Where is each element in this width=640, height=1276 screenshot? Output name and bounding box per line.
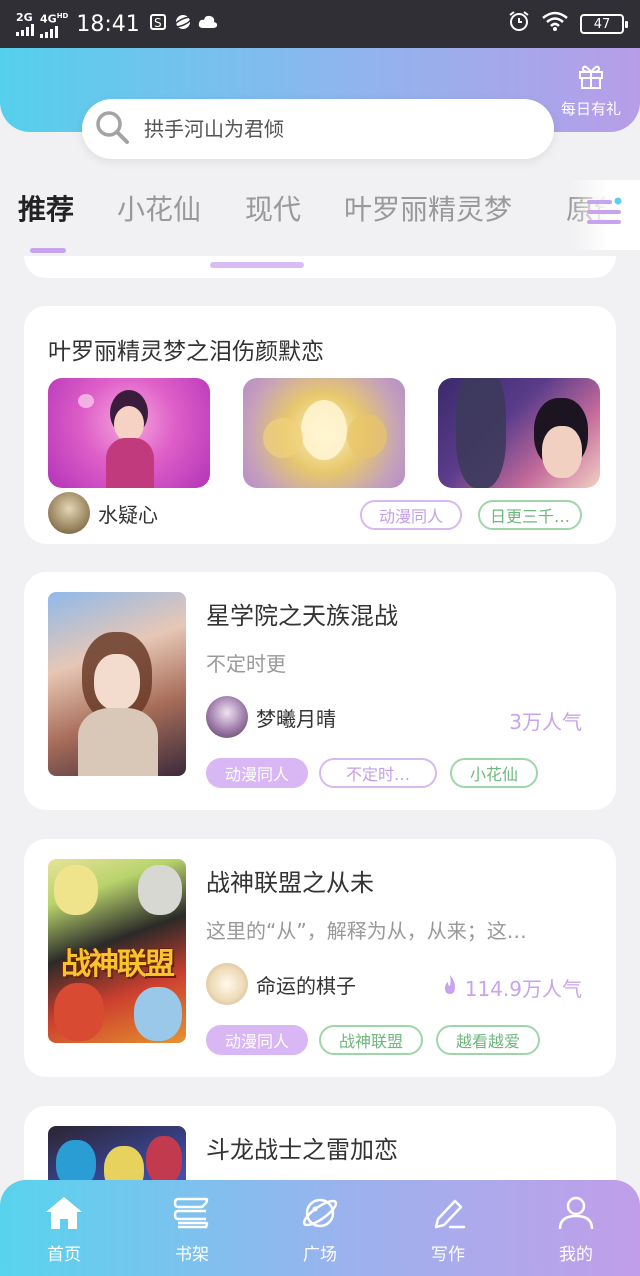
book-card[interactable]: 战神联盟 战神联盟之从未 这里的“从”，解释为从，从来；这… 命运的棋子 114… [24,839,616,1077]
wifi-icon [542,11,568,37]
cloud-notification-icon [198,14,218,34]
tab-modern[interactable]: 现代 [245,188,301,228]
avatar [48,492,90,534]
book-description: 不定时更 [206,652,286,676]
nav-plaza[interactable]: 广场 [256,1180,384,1276]
popularity-count: 114.9万人气 [441,973,582,1002]
nav-write[interactable]: 写作 [384,1180,512,1276]
book-card[interactable]: 斗龙战士之雷加恋 [24,1106,616,1180]
feed: 叶罗丽精灵梦之泪伤颜默恋 水疑心 动漫同人 日更三千… 星学院之天族混战 不定时… [0,256,640,1180]
book-title: 星学院之天族混战 [206,602,398,630]
nav-profile[interactable]: 我的 [512,1180,640,1276]
book-title: 斗龙战士之雷加恋 [206,1136,398,1164]
user-icon [556,1195,596,1236]
pen-icon [428,1195,468,1236]
planet-notification-icon [173,13,192,35]
avatar [206,696,248,738]
collection-card[interactable]: 叶罗丽精灵梦之泪伤颜默恋 水疑心 动漫同人 日更三千… [24,306,616,544]
battery-indicator: 47 [580,14,628,34]
cover-title: 战神联盟 [61,947,175,982]
nav-bookshelf[interactable]: 书架 [128,1180,256,1276]
tag-zhanshen-lianmeng[interactable]: 战神联盟 [319,1025,423,1055]
app-notification-icon: S [149,13,168,35]
popularity-count: 3万人气 [509,710,582,734]
tab-yeluoli[interactable]: 叶罗丽精灵梦 [344,188,512,228]
svg-text:S: S [154,16,162,30]
tag-irregular-update[interactable]: 不定时… [319,758,437,788]
avatar [206,963,248,1005]
tag-anime-fanfic[interactable]: 动漫同人 [206,1025,308,1055]
tag-anime-fanfic[interactable]: 动漫同人 [206,758,308,788]
collection-image-3[interactable] [438,378,600,488]
daily-gift-button[interactable]: 每日有礼 [556,62,626,119]
book-author[interactable]: 命运的棋子 [206,963,356,1005]
search-icon [94,109,130,149]
alarm-icon [508,10,530,38]
book-description: 这里的“从”，解释为从，从来；这… [206,919,527,943]
home-icon [44,1195,84,1236]
tag-anime-fanfic[interactable]: 动漫同人 [360,500,462,530]
collection-image-2[interactable] [243,378,405,488]
book-author[interactable]: 梦曦月晴 [206,696,336,738]
tab-menu-icon[interactable] [586,194,622,234]
clock: 18:41 [76,11,140,37]
category-tabs: 推荐 小花仙 现代 叶罗丽精灵梦 原创 [0,188,640,248]
search-input[interactable] [144,117,524,141]
signal-4g: 4GHD [40,10,68,38]
tag-xiaohuaxian[interactable]: 小花仙 [450,758,538,788]
flame-icon [441,974,459,1001]
active-tab-indicator [30,248,66,253]
search-bar[interactable] [82,99,554,159]
bookshelf-icon [172,1195,212,1236]
collection-image-1[interactable] [48,378,210,488]
bottom-navigation: 首页 书架 广场 写作 我的 [0,1180,640,1276]
nav-home[interactable]: 首页 [0,1180,128,1276]
book-card[interactable]: 星学院之天族混战 不定时更 梦曦月晴 3万人气 动漫同人 不定时… 小花仙 [24,572,616,810]
previous-card[interactable] [24,256,616,278]
gift-icon [556,62,626,94]
book-cover[interactable]: 战神联盟 [48,859,186,1043]
signal-2g: 2G [16,12,34,36]
tab-recommend[interactable]: 推荐 [18,188,74,228]
tag-daily-update[interactable]: 日更三千… [478,500,582,530]
book-cover[interactable] [48,592,186,776]
planet-icon [300,1195,340,1236]
book-title: 战神联盟之从未 [206,869,374,897]
daily-gift-label: 每日有礼 [560,100,621,118]
collection-author[interactable]: 水疑心 [48,492,158,534]
collection-title: 叶罗丽精灵梦之泪伤颜默恋 [48,339,324,365]
book-cover[interactable] [48,1126,186,1180]
tag-more-you-read[interactable]: 越看越爱 [436,1025,540,1055]
status-bar: 2G 4GHD 18:41 S 47 [0,0,640,48]
tab-xiaohuaxian[interactable]: 小花仙 [117,188,201,228]
